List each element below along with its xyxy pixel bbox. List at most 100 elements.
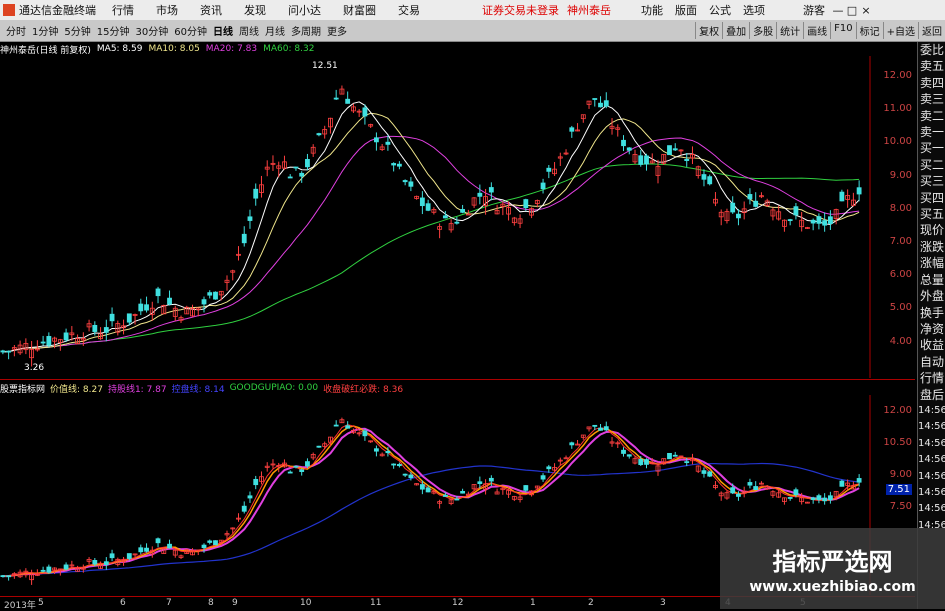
menu-discover[interactable]: 发现 bbox=[244, 2, 266, 18]
sidebar-item[interactable]: 14:56 bbox=[918, 469, 945, 485]
candle-body bbox=[40, 569, 46, 572]
value-line: 价值线: 8.27 bbox=[50, 384, 103, 395]
minimize-icon[interactable]: — bbox=[831, 4, 845, 17]
tab-weekly[interactable]: 周线 bbox=[239, 23, 259, 38]
tab-daily[interactable]: 日线 bbox=[213, 23, 233, 38]
sidebar-item[interactable]: 委比 bbox=[918, 42, 945, 58]
multi-stock-button[interactable]: 多股 bbox=[749, 22, 776, 39]
tab-5min[interactable]: 5分钟 bbox=[64, 23, 90, 38]
menu-ask[interactable]: 问小达 bbox=[288, 2, 321, 18]
menu-trade[interactable]: 交易 bbox=[398, 2, 420, 18]
sidebar-item[interactable]: 14:56 bbox=[918, 403, 945, 419]
tab-minute[interactable]: 分时 bbox=[6, 23, 26, 38]
tab-more[interactable]: 更多 bbox=[327, 23, 347, 38]
add-watchlist-button[interactable]: +自选 bbox=[882, 22, 918, 39]
draw-button[interactable]: 画线 bbox=[803, 22, 830, 39]
sidebar-item[interactable]: 卖二 bbox=[918, 108, 945, 124]
hold-line: 持股线1: 7.87 bbox=[107, 384, 167, 395]
sidebar-item[interactable]: 自动 bbox=[918, 354, 945, 370]
candle-body bbox=[253, 188, 259, 199]
date-tick: 2013年 bbox=[4, 601, 36, 611]
sidebar-item[interactable]: 卖一 bbox=[918, 124, 945, 140]
date-tick: 3 bbox=[660, 598, 666, 608]
sidebar-item[interactable]: 14:56 bbox=[918, 485, 945, 501]
sidebar-item[interactable]: 涨幅 bbox=[918, 255, 945, 271]
candle-body bbox=[316, 133, 322, 136]
price-axis-label: 8.00 bbox=[889, 202, 912, 214]
date-tick: 2 bbox=[588, 598, 594, 608]
tab-multi-period[interactable]: 多周期 bbox=[291, 23, 321, 38]
sidebar-item[interactable]: 卖三 bbox=[918, 91, 945, 107]
candle-body bbox=[592, 98, 598, 100]
window-controls: — □ × bbox=[831, 4, 873, 17]
candle-body bbox=[753, 486, 759, 491]
sidebar-item[interactable]: 14:56 bbox=[918, 436, 945, 452]
candle-body bbox=[201, 299, 207, 305]
candle-body bbox=[385, 141, 391, 145]
sidebar-item[interactable]: 净资 bbox=[918, 321, 945, 337]
close-icon[interactable]: × bbox=[859, 4, 873, 17]
candle-body bbox=[644, 459, 649, 465]
menu-news[interactable]: 资讯 bbox=[200, 2, 222, 18]
menu-layout[interactable]: 版面 bbox=[675, 2, 697, 18]
candle-body bbox=[856, 478, 862, 483]
menu-formula[interactable]: 公式 bbox=[709, 2, 731, 18]
sidebar-item[interactable]: 涨跌 bbox=[918, 239, 945, 255]
adjust-button[interactable]: 复权 bbox=[695, 22, 722, 39]
back-button[interactable]: 返回 bbox=[918, 22, 945, 39]
candle-body bbox=[40, 341, 46, 344]
candle-body bbox=[305, 158, 310, 168]
candle-body bbox=[839, 191, 845, 202]
candle-body bbox=[425, 203, 431, 211]
tab-60min[interactable]: 60分钟 bbox=[174, 23, 207, 38]
sidebar-item[interactable]: 行情 bbox=[918, 370, 945, 386]
sidebar-item[interactable]: 14:56 bbox=[918, 419, 945, 435]
sidebar-item[interactable]: 换手 bbox=[918, 305, 945, 321]
candle-body bbox=[391, 463, 397, 466]
mark-button[interactable]: 标记 bbox=[855, 22, 883, 39]
menu-wealth[interactable]: 财富圈 bbox=[343, 2, 376, 18]
sidebar-item[interactable]: 14:56 bbox=[918, 452, 945, 468]
date-tick: 11 bbox=[370, 598, 382, 608]
sidebar-item[interactable]: 买四 bbox=[918, 190, 945, 206]
stats-button[interactable]: 统计 bbox=[776, 22, 803, 39]
candle-body bbox=[621, 449, 626, 454]
tab-15min[interactable]: 15分钟 bbox=[97, 23, 130, 38]
sidebar-item[interactable]: 收益 bbox=[918, 337, 945, 353]
price-chart[interactable]: 12.51 3.26 bbox=[0, 56, 915, 378]
tab-30min[interactable]: 30分钟 bbox=[135, 23, 168, 38]
overlay-button[interactable]: 叠加 bbox=[722, 22, 749, 39]
panel-divider[interactable] bbox=[0, 379, 915, 380]
candle-body bbox=[345, 98, 351, 104]
maximize-icon[interactable]: □ bbox=[845, 4, 859, 17]
menu-market[interactable]: 市场 bbox=[156, 2, 178, 18]
candle-body bbox=[103, 327, 109, 333]
tab-monthly[interactable]: 月线 bbox=[265, 23, 285, 38]
candle-body bbox=[207, 292, 213, 296]
guest-label[interactable]: 游客 bbox=[803, 2, 825, 18]
candle-body bbox=[316, 445, 322, 448]
sidebar-item[interactable]: 盘后 bbox=[918, 387, 945, 403]
tab-1min[interactable]: 1分钟 bbox=[32, 23, 58, 38]
sidebar-item[interactable]: 外盘 bbox=[918, 288, 945, 304]
sidebar-item[interactable]: 卖四 bbox=[918, 75, 945, 91]
login-warning[interactable]: 证券交易未登录 bbox=[482, 2, 559, 18]
candle-body bbox=[816, 216, 822, 224]
price-axis-label: 7.00 bbox=[889, 236, 912, 247]
sidebar-item[interactable]: 现价 bbox=[918, 222, 945, 238]
sidebar-item[interactable]: 买二 bbox=[918, 157, 945, 173]
sidebar-item[interactable]: 买五 bbox=[918, 206, 945, 222]
sidebar-item[interactable]: 14:56 bbox=[918, 501, 945, 517]
f10-button[interactable]: F10 bbox=[830, 22, 855, 39]
sidebar-item[interactable]: 买三 bbox=[918, 173, 945, 189]
candle-body bbox=[207, 540, 213, 543]
sidebar-item[interactable]: 买一 bbox=[918, 140, 945, 156]
sidebar-item[interactable]: 卖五 bbox=[918, 58, 945, 74]
menu-function[interactable]: 功能 bbox=[641, 2, 663, 18]
sidebar-item[interactable]: 总量 bbox=[918, 272, 945, 288]
candle-body bbox=[460, 209, 466, 213]
menu-options[interactable]: 选项 bbox=[743, 2, 765, 18]
menu-quotes[interactable]: 行情 bbox=[112, 2, 134, 18]
candle-body bbox=[63, 564, 69, 570]
candle-body bbox=[103, 561, 109, 565]
